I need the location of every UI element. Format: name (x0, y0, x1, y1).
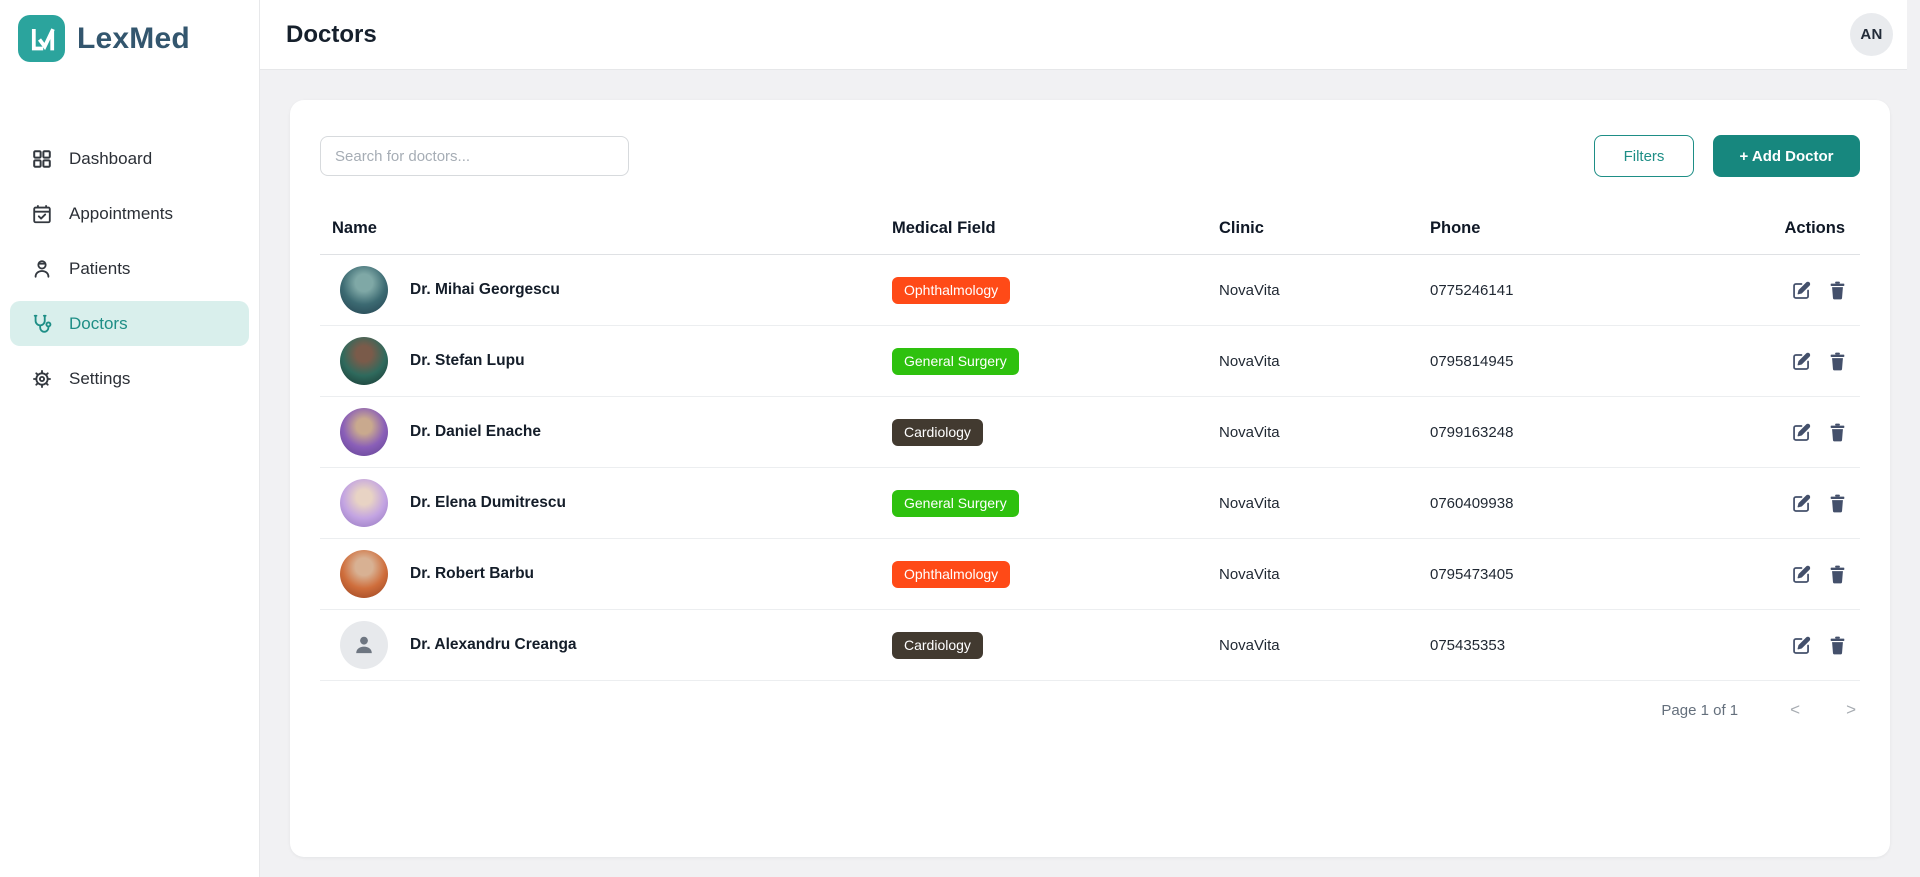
sidebar-item-label: Dashboard (69, 148, 153, 168)
table-header-row: Name Medical Field Clinic Phone Actions (320, 211, 1860, 255)
prev-page-button[interactable]: < (1790, 700, 1800, 720)
delete-button[interactable] (1827, 493, 1848, 514)
top-header: Doctors AN (260, 0, 1920, 70)
delete-button[interactable] (1827, 351, 1848, 372)
toolbar-actions: Filters + Add Doctor (1594, 135, 1860, 177)
stethoscope-icon (30, 312, 54, 336)
medical-field-badge: Ophthalmology (892, 560, 1011, 588)
edit-button[interactable] (1791, 280, 1812, 301)
column-header-phone: Phone (1430, 219, 1481, 237)
doctor-name: Dr. Alexandru Creanga (410, 636, 577, 653)
sidebar-item-appointments[interactable]: Appointments (10, 191, 249, 236)
sidebar-item-patients[interactable]: Patients (10, 246, 249, 291)
sidebar-nav: Dashboard Appointments Patients Doctors … (0, 136, 259, 401)
doctor-name: Dr. Daniel Enache (410, 423, 541, 440)
edit-button[interactable] (1791, 635, 1812, 656)
calendar-check-icon (30, 202, 54, 226)
toolbar: Filters + Add Doctor (320, 135, 1860, 177)
clinic-cell: NovaVita (1219, 565, 1280, 583)
column-header-name: Name (332, 219, 377, 237)
doctor-avatar (340, 337, 388, 385)
sidebar-item-label: Doctors (69, 313, 128, 333)
gear-icon (30, 367, 54, 391)
doctor-avatar (340, 550, 388, 598)
doctor-name: Dr. Stefan Lupu (410, 352, 525, 369)
doctor-name: Dr. Mihai Georgescu (410, 281, 560, 298)
phone-cell: 0795473405 (1430, 565, 1514, 583)
brand[interactable]: LexMed (0, 15, 259, 62)
sidebar-item-label: Appointments (69, 203, 173, 223)
phone-cell: 0775246141 (1430, 281, 1514, 299)
sidebar-item-doctors[interactable]: Doctors (10, 301, 249, 346)
sidebar-item-dashboard[interactable]: Dashboard (10, 136, 249, 181)
add-doctor-button[interactable]: + Add Doctor (1713, 135, 1860, 177)
phone-cell: 0799163248 (1430, 423, 1514, 441)
doctor-avatar-placeholder (340, 621, 388, 669)
doctor-avatar (340, 266, 388, 314)
sidebar-item-label: Patients (69, 258, 131, 278)
phone-cell: 075435353 (1430, 636, 1506, 654)
brand-name: LexMed (77, 21, 190, 55)
table-row[interactable]: Dr. Alexandru Creanga Cardiology NovaVit… (320, 610, 1860, 681)
pagination-label: Page 1 of 1 (1661, 701, 1739, 719)
table-row[interactable]: Dr. Elena Dumitrescu General Surgery Nov… (320, 468, 1860, 539)
phone-cell: 0760409938 (1430, 494, 1514, 512)
edit-button[interactable] (1791, 351, 1812, 372)
doctor-avatar (340, 479, 388, 527)
clinic-cell: NovaVita (1219, 494, 1280, 512)
doctors-card: Filters + Add Doctor Name Medical Field … (290, 100, 1890, 857)
filters-button[interactable]: Filters (1594, 135, 1694, 177)
table-row[interactable]: Dr. Mihai Georgescu Ophthalmology NovaVi… (320, 255, 1860, 326)
edit-button[interactable] (1791, 564, 1812, 585)
clinic-cell: NovaVita (1219, 636, 1280, 654)
pagination: Page 1 of 1 < > (320, 695, 1860, 725)
column-header-medical-field: Medical Field (892, 219, 996, 237)
table-row[interactable]: Dr. Daniel Enache Cardiology NovaVita 07… (320, 397, 1860, 468)
doctor-name: Dr. Elena Dumitrescu (410, 494, 566, 511)
clinic-cell: NovaVita (1219, 352, 1280, 370)
medical-field-badge: General Surgery (892, 347, 1019, 375)
next-page-button[interactable]: > (1846, 700, 1856, 720)
clinic-cell: NovaVita (1219, 281, 1280, 299)
content-area: Filters + Add Doctor Name Medical Field … (260, 70, 1920, 877)
person-icon (356, 636, 372, 654)
delete-button[interactable] (1827, 635, 1848, 656)
doctor-avatar (340, 408, 388, 456)
lexmed-logo-icon (18, 15, 65, 62)
delete-button[interactable] (1827, 280, 1848, 301)
sidebar-item-label: Settings (69, 368, 131, 388)
search-input[interactable] (320, 136, 629, 176)
phone-cell: 0795814945 (1430, 352, 1514, 370)
main-area: Doctors AN Filters + Add Doctor Name Med… (260, 0, 1920, 877)
medical-field-badge: Cardiology (892, 418, 983, 446)
table-row[interactable]: Dr. Robert Barbu Ophthalmology NovaVita … (320, 539, 1860, 610)
column-header-clinic: Clinic (1219, 219, 1264, 237)
page-title: Doctors (286, 20, 377, 48)
doctor-name: Dr. Robert Barbu (410, 565, 535, 582)
edit-button[interactable] (1791, 422, 1812, 443)
app-root: LexMed Dashboard Appointments Patients D… (0, 0, 1920, 877)
sidebar: LexMed Dashboard Appointments Patients D… (0, 0, 260, 877)
edit-button[interactable] (1791, 493, 1812, 514)
sidebar-item-settings[interactable]: Settings (10, 356, 249, 401)
patient-icon (30, 257, 54, 281)
medical-field-badge: Ophthalmology (892, 276, 1011, 304)
scrollbar[interactable] (1907, 0, 1920, 877)
delete-button[interactable] (1827, 422, 1848, 443)
dashboard-grid-icon (30, 147, 54, 171)
delete-button[interactable] (1827, 564, 1848, 585)
column-header-actions: Actions (1784, 219, 1845, 237)
medical-field-badge: Cardiology (892, 631, 983, 659)
clinic-cell: NovaVita (1219, 423, 1280, 441)
medical-field-badge: General Surgery (892, 489, 1019, 517)
doctors-table: Name Medical Field Clinic Phone Actions … (320, 211, 1860, 681)
table-row[interactable]: Dr. Stefan Lupu General Surgery NovaVita… (320, 326, 1860, 397)
user-avatar[interactable]: AN (1850, 13, 1893, 56)
